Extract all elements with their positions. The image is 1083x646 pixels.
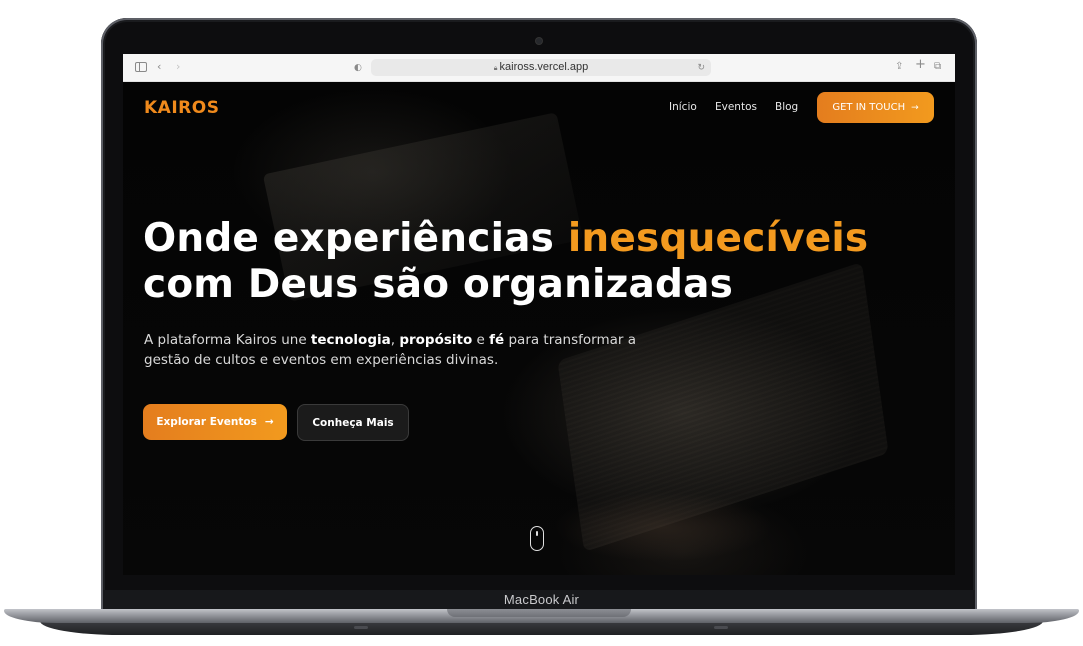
subtitle-highlight: fé: [489, 332, 505, 348]
laptop-notch: [447, 609, 631, 617]
get-in-touch-label: GET IN TOUCH: [832, 102, 906, 113]
learn-more-button[interactable]: Conheça Mais: [297, 404, 409, 441]
explore-events-button[interactable]: Explorar Eventos →: [143, 404, 287, 440]
device-label: MacBook Air: [503, 592, 580, 607]
address-bar[interactable]: 🔒︎ kaiross.vercel.app ↻: [371, 59, 711, 76]
lock-icon: 🔒︎: [493, 65, 498, 72]
camera: [536, 38, 542, 44]
subtitle-highlight: propósito: [399, 332, 473, 348]
browser-toolbar: ‹ › ◐ 🔒︎ kaiross.vercel.app ↻ ⇪ + ⧉: [123, 54, 955, 82]
learn-more-label: Conheça Mais: [312, 416, 394, 429]
arrow-right-icon: →: [264, 416, 274, 428]
headline-accent: inesquecíveis: [567, 216, 869, 261]
subtitle-highlight: tecnologia: [310, 332, 391, 348]
background-hand: [553, 492, 773, 562]
scroll-mouse-icon[interactable]: [530, 526, 544, 551]
shield-icon[interactable]: ◐: [354, 61, 362, 75]
subtitle-text: A plataforma Kairos une: [144, 332, 311, 348]
laptop-foot: [354, 626, 368, 629]
hero-subtitle: A plataforma Kairos une tecnologia, prop…: [144, 330, 664, 370]
nav-link-eventos[interactable]: Eventos: [715, 101, 757, 113]
arrow-right-icon: →: [911, 102, 919, 113]
laptop-base-shadow: [40, 621, 1043, 635]
screen: ‹ › ◐ 🔒︎ kaiross.vercel.app ↻ ⇪ + ⧉ KAIRO…: [123, 54, 955, 575]
nav-link-blog[interactable]: Blog: [775, 101, 798, 113]
laptop-foot: [714, 626, 728, 629]
tabs-icon[interactable]: ⧉: [934, 60, 941, 74]
reload-icon[interactable]: ↻: [697, 59, 705, 76]
explore-events-label: Explorar Eventos: [156, 416, 257, 428]
headline-line2: com Deus são organizadas: [143, 262, 734, 307]
hero-headline: Onde experiências inesquecíveis com Deus…: [143, 216, 943, 308]
get-in-touch-button[interactable]: GET IN TOUCH →: [817, 92, 934, 123]
website: KAIROS Início Eventos Blog GET IN TOUCH …: [123, 82, 955, 575]
subtitle-text: e: [472, 332, 490, 348]
navbar: KAIROS Início Eventos Blog GET IN TOUCH …: [123, 82, 955, 134]
new-tab-icon[interactable]: +: [915, 58, 926, 72]
forward-icon[interactable]: ›: [176, 60, 180, 74]
back-icon[interactable]: ‹: [157, 60, 161, 74]
nav-link-inicio[interactable]: Início: [669, 101, 697, 113]
url-text: kaiross.vercel.app: [499, 61, 589, 73]
sidebar-icon[interactable]: [135, 62, 147, 72]
share-icon[interactable]: ⇪: [895, 60, 903, 74]
site-logo[interactable]: KAIROS: [144, 98, 219, 118]
headline-text: Onde experiências: [143, 216, 568, 261]
